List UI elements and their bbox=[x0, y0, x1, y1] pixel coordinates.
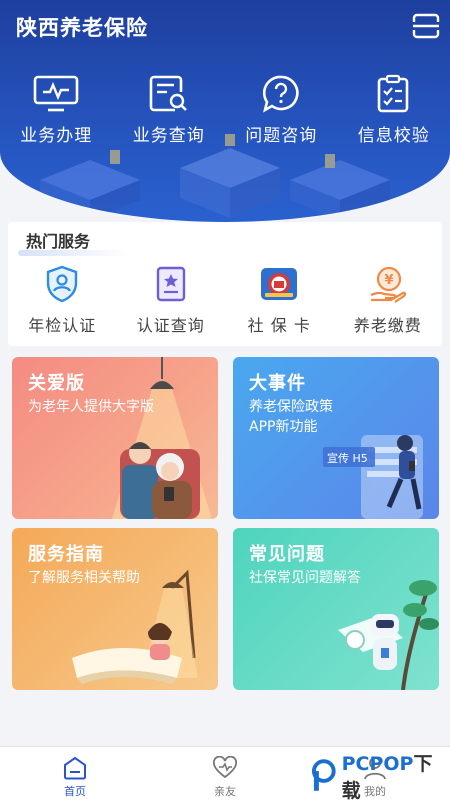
hot-service-label: 养老缴费 bbox=[353, 316, 422, 335]
site-watermark: PCPOP下载 bbox=[310, 753, 450, 800]
scan-button[interactable] bbox=[408, 8, 444, 44]
feature-subtitle: 为老年人提供大字版 bbox=[28, 399, 154, 415]
watermark-brand: PCPOP bbox=[341, 753, 414, 775]
hot-service-label: 年检认证 bbox=[28, 316, 97, 335]
social-security-card-icon bbox=[261, 268, 298, 300]
quick-action-label: 信息校验 bbox=[357, 126, 430, 146]
tab-home[interactable]: 首页 bbox=[0, 747, 150, 800]
hot-service-annual-check[interactable]: 年检认证 bbox=[8, 264, 117, 338]
quick-actions: 业务办理 业务查询 问题咨询 信息校验 bbox=[0, 74, 450, 146]
document-search-icon bbox=[149, 75, 187, 112]
feature-card-major-events[interactable]: 大事件 养老保险政策 APP新功能 宣传 H5 bbox=[233, 357, 439, 519]
feature-title: 常见问题 bbox=[249, 544, 325, 565]
tab-label: 亲友 bbox=[214, 785, 236, 798]
hot-services-card: 热门服务 年检认证 认证查询 社 保 卡 ¥ 养老缴费 bbox=[8, 222, 442, 346]
quick-action-consult[interactable]: 问题咨询 bbox=[225, 74, 338, 146]
feature-card-faq[interactable]: 常见问题 社保常见问题解答 bbox=[233, 528, 439, 690]
certificate-icon bbox=[156, 266, 185, 302]
hot-service-social-card[interactable]: 社 保 卡 bbox=[225, 264, 334, 338]
feature-title: 服务指南 bbox=[28, 544, 104, 565]
payment-hand-icon: ¥ bbox=[370, 266, 406, 303]
home-icon bbox=[64, 756, 86, 780]
feature-title: 关爱版 bbox=[28, 373, 85, 394]
header-banner: 陕西养老保险 业务办理 业务查询 问题咨询 信息校验 bbox=[0, 0, 450, 222]
feature-subtitle: 养老保险政策 APP新功能 bbox=[249, 399, 333, 435]
hot-service-label: 认证查询 bbox=[136, 316, 205, 335]
question-chat-icon bbox=[263, 75, 299, 113]
quick-action-verify[interactable]: 信息校验 bbox=[338, 74, 450, 146]
quick-action-label: 业务查询 bbox=[132, 126, 205, 146]
hot-services-title: 热门服务 bbox=[26, 232, 91, 251]
feature-card-service-guide[interactable]: 服务指南 了解服务相关帮助 bbox=[12, 528, 218, 690]
quick-action-query[interactable]: 业务查询 bbox=[113, 74, 226, 146]
feature-title: 大事件 bbox=[249, 373, 306, 394]
feature-subtitle: 社保常见问题解答 bbox=[249, 570, 361, 586]
shield-user-icon bbox=[47, 265, 78, 303]
hot-service-label: 社 保 卡 bbox=[247, 316, 311, 335]
promo-badge: 宣传 H5 bbox=[327, 452, 368, 465]
hot-service-pension-payment[interactable]: ¥ 养老缴费 bbox=[334, 264, 443, 338]
app-title: 陕西养老保险 bbox=[16, 16, 148, 40]
watermark-logo-icon bbox=[311, 759, 336, 791]
tab-label: 首页 bbox=[64, 785, 86, 798]
tab-family[interactable]: 亲友 bbox=[150, 747, 300, 800]
quick-action-label: 业务办理 bbox=[20, 126, 93, 146]
feature-subtitle: 了解服务相关帮助 bbox=[28, 570, 140, 586]
scan-icon bbox=[412, 13, 440, 39]
svg-text:¥: ¥ bbox=[384, 273, 393, 288]
monitor-icon bbox=[33, 75, 79, 112]
feature-card-care-edition[interactable]: 关爱版 为老年人提供大字版 bbox=[12, 357, 218, 519]
heart-icon bbox=[213, 756, 237, 779]
hot-service-auth-query[interactable]: 认证查询 bbox=[117, 264, 226, 338]
checklist-icon bbox=[377, 74, 409, 113]
hot-services-list: 年检认证 认证查询 社 保 卡 ¥ 养老缴费 bbox=[8, 264, 442, 338]
quick-action-business[interactable]: 业务办理 bbox=[0, 74, 113, 146]
quick-action-label: 问题咨询 bbox=[245, 126, 318, 146]
